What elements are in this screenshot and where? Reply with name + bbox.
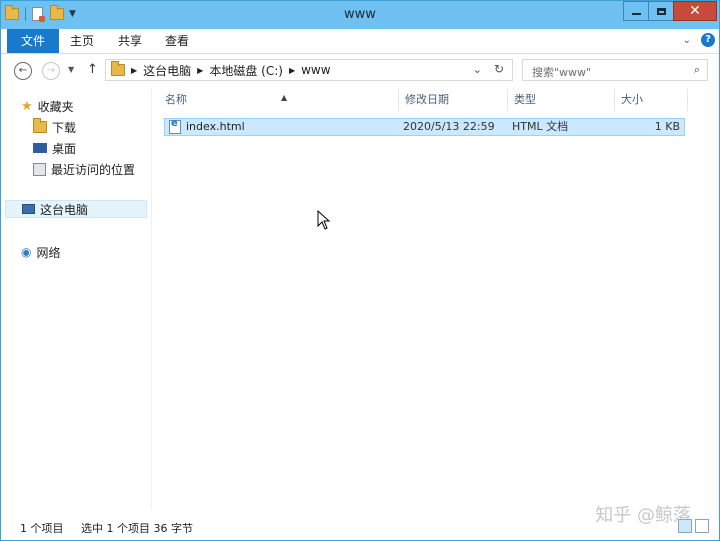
computer-icon — [22, 204, 35, 214]
breadcrumb-separator-icon[interactable]: ▶ — [131, 66, 137, 75]
ribbon: 文件 主页 共享 查看 ⌄ ? — [1, 29, 719, 54]
column-header-type[interactable]: 类型 — [508, 89, 615, 111]
desktop-icon — [33, 143, 47, 153]
forward-button[interactable]: → — [42, 62, 60, 80]
column-header-size[interactable]: 大小 — [615, 89, 688, 111]
minimize-icon — [631, 13, 641, 15]
expand-ribbon-icon[interactable]: ⌄ — [683, 35, 691, 46]
minimize-button[interactable] — [623, 1, 649, 21]
back-button[interactable]: ← — [14, 62, 32, 80]
title-bar[interactable]: ▼ www ✕ — [1, 1, 719, 29]
nav-recent-places[interactable]: 最近访问的位置 — [33, 160, 135, 178]
breadcrumb-www[interactable]: www — [301, 63, 330, 77]
status-selection: 选中 1 个项目 36 字节 — [81, 522, 193, 535]
breadcrumb-separator-icon[interactable]: ▶ — [197, 66, 203, 75]
watermark: 知乎 @鲸落 — [595, 505, 691, 526]
close-icon: ✕ — [689, 3, 701, 19]
large-icons-view-button[interactable] — [695, 519, 709, 533]
network-icon: ◉ — [21, 245, 32, 259]
nav-network[interactable]: ◉ 网络 — [21, 243, 61, 261]
nav-desktop[interactable]: 桌面 — [33, 139, 76, 157]
recent-locations-icon[interactable]: ▼ — [68, 65, 74, 74]
address-row: ← → ▼ ↑ ▶ 这台电脑 ▶ 本地磁盘 (C:) ▶ www ⌄ ↻ 搜索"… — [1, 54, 719, 88]
file-size: 1 KB — [654, 120, 680, 133]
file-name: index.html — [186, 120, 245, 133]
search-icon[interactable]: ⌕ — [694, 63, 700, 77]
refresh-icon[interactable]: ↻ — [494, 62, 504, 76]
column-header-modified[interactable]: 修改日期 — [399, 89, 508, 111]
nav-this-pc[interactable]: 这台电脑 — [5, 200, 147, 218]
nav-downloads-label: 下载 — [52, 120, 77, 135]
nav-network-label: 网络 — [36, 245, 61, 260]
address-dropdown-icon[interactable]: ⌄ — [473, 63, 482, 76]
explorer-window: ▼ www ✕ 文件 主页 共享 查看 ⌄ ? ← → ▼ ↑ ▶ 这台电脑 ▶… — [0, 0, 720, 541]
tab-file[interactable]: 文件 — [7, 29, 59, 53]
breadcrumb-local-disk[interactable]: 本地磁盘 (C:) — [209, 62, 283, 79]
breadcrumb-separator-icon[interactable]: ▶ — [289, 66, 295, 75]
help-icon[interactable]: ? — [701, 33, 715, 47]
nav-favorites-label: 收藏夹 — [37, 99, 74, 114]
nav-desktop-label: 桌面 — [52, 141, 77, 156]
file-modified: 2020/5/13 22:59 — [403, 120, 495, 133]
maximize-button[interactable] — [648, 1, 674, 21]
tab-home[interactable]: 主页 — [70, 29, 94, 53]
search-input[interactable]: 搜索"www" — [532, 64, 591, 80]
star-icon: ★ — [21, 98, 33, 114]
close-button[interactable]: ✕ — [673, 1, 717, 21]
nav-this-pc-label: 这台电脑 — [40, 202, 89, 217]
file-type: HTML 文档 — [512, 120, 569, 133]
folder-icon — [111, 61, 125, 76]
maximize-icon — [656, 7, 666, 15]
breadcrumb-this-pc[interactable]: 这台电脑 — [143, 62, 191, 79]
details-view-button[interactable] — [678, 519, 692, 533]
nav-favorites[interactable]: ★ 收藏夹 — [21, 97, 74, 115]
column-header-name[interactable]: 名称 ▲ — [159, 89, 399, 111]
table-row[interactable]: index.html 2020/5/13 22:59 HTML 文档 1 KB — [164, 118, 685, 136]
downloads-icon — [33, 118, 47, 133]
recent-places-icon — [33, 162, 46, 176]
tab-share[interactable]: 共享 — [118, 29, 142, 53]
tab-view[interactable]: 查看 — [165, 29, 189, 53]
mouse-cursor — [317, 210, 331, 230]
search-box[interactable]: 搜索"www" ⌕ — [522, 59, 708, 81]
html-file-icon — [169, 118, 181, 134]
column-name-label: 名称 — [165, 93, 187, 106]
navigation-pane: ★ 收藏夹 下载 桌面 最近访问的位置 这台电脑 ◉ 网络 — [1, 89, 152, 509]
up-button[interactable]: ↑ — [87, 62, 98, 77]
window-title: www — [344, 7, 376, 22]
address-bar[interactable]: ▶ 这台电脑 ▶ 本地磁盘 (C:) ▶ www ⌄ ↻ — [105, 59, 513, 81]
sort-ascending-icon: ▲ — [281, 93, 288, 102]
status-item-count: 1 个项目 — [20, 522, 64, 535]
nav-downloads[interactable]: 下载 — [33, 118, 76, 136]
file-list: 名称 ▲ 修改日期 类型 大小 index.html 2020/5/13 22:… — [153, 89, 693, 509]
nav-recent-label: 最近访问的位置 — [51, 162, 136, 177]
